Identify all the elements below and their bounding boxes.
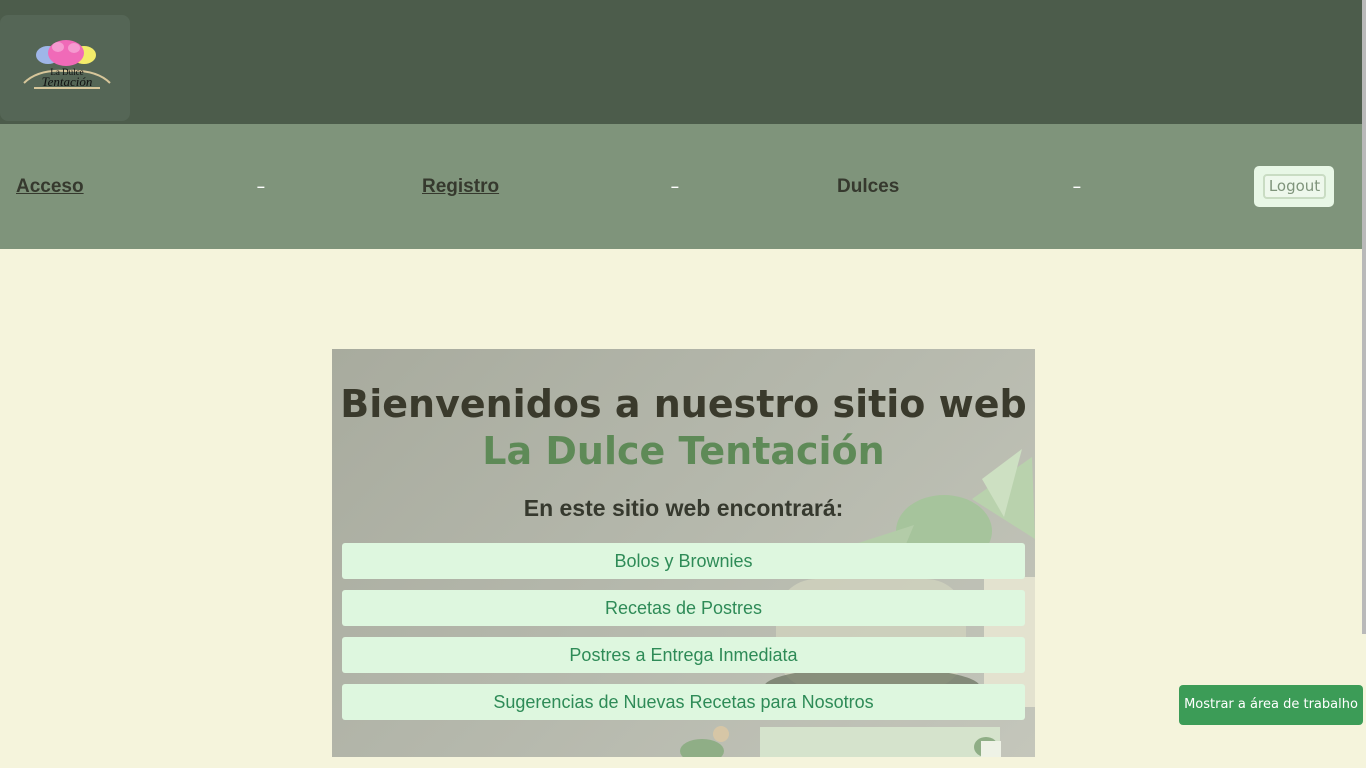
logo-text-line2: Tentación bbox=[42, 74, 93, 89]
logout-container: Logout bbox=[1254, 166, 1334, 207]
cupcake-logo-icon: La Dulce Tentación bbox=[23, 40, 111, 89]
page-subtitle: En este sitio web encontrará: bbox=[523, 495, 844, 521]
postres-entrega-button[interactable]: Postres a Entrega Inmediata bbox=[342, 637, 1025, 673]
nav-link-registro[interactable]: Registro bbox=[422, 176, 499, 198]
nav-separator: – bbox=[671, 178, 679, 194]
site-logo[interactable]: La Dulce Tentación bbox=[0, 15, 130, 121]
page-title: Bienvenidos a nuestro sitio web La Dulce… bbox=[332, 381, 1035, 475]
bolos-brownies-button[interactable]: Bolos y Brownies bbox=[342, 543, 1025, 579]
page-title-text: Bienvenidos a nuestro sitio web bbox=[340, 382, 1027, 426]
nav-separator: – bbox=[1073, 178, 1081, 194]
brand-name: La Dulce Tentación bbox=[482, 429, 885, 473]
nav-bar bbox=[0, 124, 1366, 249]
nav-separator: – bbox=[257, 178, 265, 194]
top-header: La Dulce Tentación bbox=[0, 0, 1366, 124]
nav-item-dulces[interactable]: Dulces bbox=[837, 176, 899, 198]
page-scrollbar[interactable] bbox=[1362, 0, 1366, 634]
logout-button[interactable]: Logout bbox=[1263, 174, 1326, 199]
sugerencias-recetas-button[interactable]: Sugerencias de Nuevas Recetas para Nosot… bbox=[342, 684, 1025, 720]
nav-link-acceso[interactable]: Acceso bbox=[16, 176, 84, 198]
recetas-postres-button[interactable]: Recetas de Postres bbox=[342, 590, 1025, 626]
welcome-card: Bienvenidos a nuestro sitio web La Dulce… bbox=[332, 349, 1035, 757]
show-desktop-button[interactable]: Mostrar a área de trabalho bbox=[1179, 685, 1363, 725]
